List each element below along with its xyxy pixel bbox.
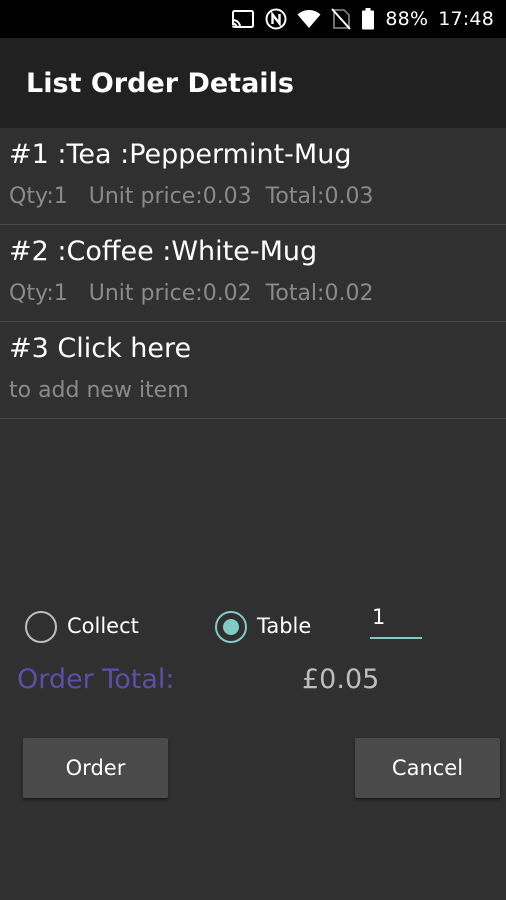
add-item-title: #3 Click here — [9, 333, 192, 364]
list-item[interactable]: #2 :Coffee :White-Mug Qty:1 Unit price:0… — [0, 225, 506, 322]
status-bar: 88% 17:48 — [0, 0, 506, 38]
list-item-details: Qty:1 Unit price:0.02 Total:0.02 — [9, 281, 374, 306]
delivery-options: Collect Table 1 — [0, 605, 506, 649]
battery-percent: 88% — [385, 8, 429, 30]
order-total-value: £0.05 — [302, 664, 380, 695]
table-radio[interactable] — [215, 611, 247, 643]
battery-icon — [361, 8, 375, 30]
action-bar: List Order Details — [0, 38, 506, 128]
clock: 17:48 — [438, 8, 494, 30]
add-item-hint: to add new item — [9, 378, 189, 403]
order-button[interactable]: Order — [23, 738, 168, 798]
table-label[interactable]: Table — [257, 614, 311, 638]
list-item-details: Qty:1 Unit price:0.03 Total:0.03 — [9, 184, 374, 209]
list-item-title: #1 :Tea :Peppermint-Mug — [9, 139, 352, 170]
collect-radio[interactable] — [25, 611, 57, 643]
table-number-input[interactable]: 1 — [370, 605, 422, 639]
cancel-button[interactable]: Cancel — [355, 738, 500, 798]
wifi-icon — [297, 9, 321, 29]
list-item[interactable]: #1 :Tea :Peppermint-Mug Qty:1 Unit price… — [0, 128, 506, 225]
list-item-title: #2 :Coffee :White-Mug — [9, 236, 318, 267]
no-sim-icon — [331, 8, 352, 30]
nfc-icon — [265, 8, 287, 30]
add-item-row[interactable]: #3 Click here to add new item — [0, 322, 506, 419]
collect-label[interactable]: Collect — [67, 614, 139, 638]
cast-icon — [231, 9, 255, 29]
order-item-list: #1 :Tea :Peppermint-Mug Qty:1 Unit price… — [0, 128, 506, 419]
order-total-label: Order Total: — [17, 664, 175, 695]
page-title: List Order Details — [26, 67, 294, 99]
